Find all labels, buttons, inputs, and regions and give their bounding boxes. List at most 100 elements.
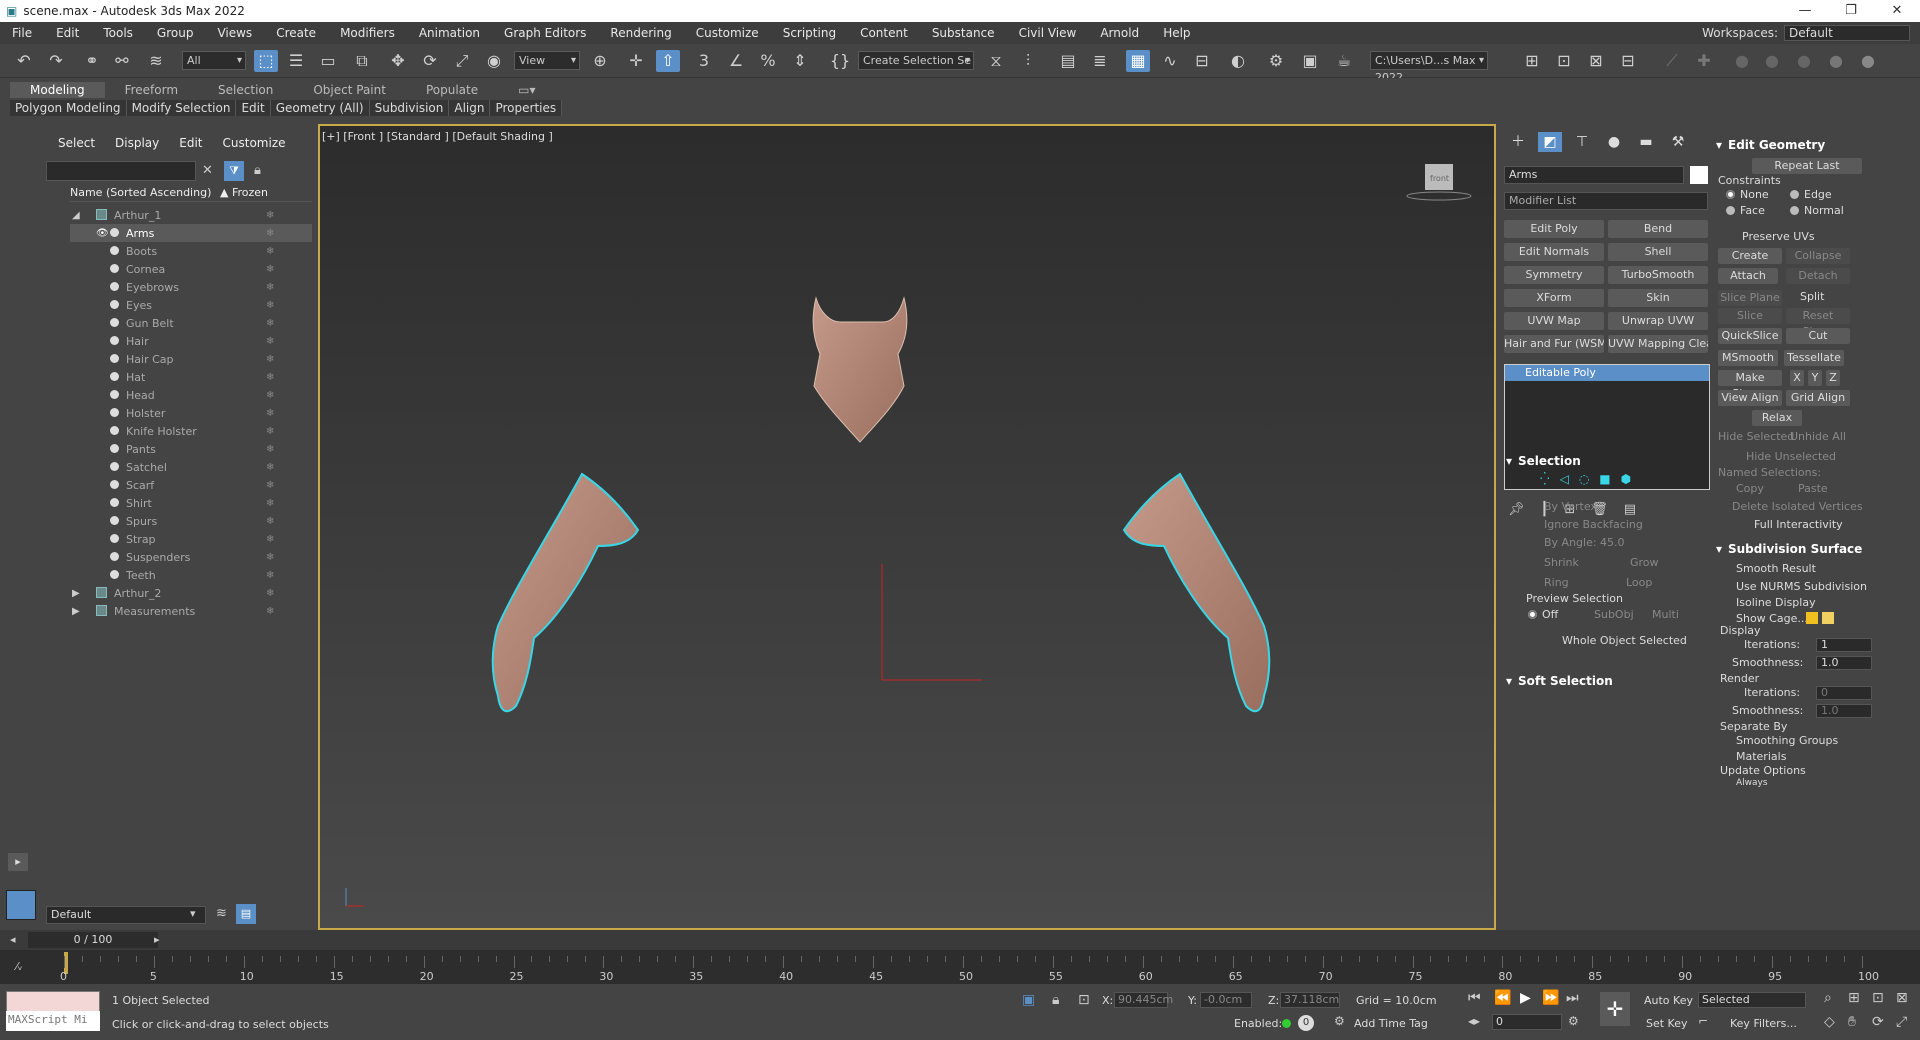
- full-interactivity-checkbox[interactable]: Full Interactivity: [1754, 518, 1843, 531]
- zoom-extents-icon[interactable]: ⊡: [1872, 990, 1884, 1006]
- y-coordinate-field[interactable]: -0.0cm: [1200, 992, 1252, 1008]
- ignore-backfacing-checkbox[interactable]: Ignore Backfacing: [1544, 518, 1643, 531]
- planar-z-button[interactable]: Z: [1826, 370, 1840, 386]
- by-angle-checkbox[interactable]: By Angle:: [1544, 536, 1597, 549]
- curve-editor-mini-icon[interactable]: ⁄ᵥ: [16, 960, 22, 973]
- time-next-icon[interactable]: ▸: [154, 933, 160, 946]
- time-slider[interactable]: 0 / 100: [28, 932, 158, 948]
- frozen-icon[interactable]: ❄: [266, 426, 274, 437]
- tree-item[interactable]: Eyes ❄: [70, 296, 312, 314]
- constraint-none-radio[interactable]: [1726, 190, 1735, 199]
- edit-geometry-rollout-header[interactable]: Edit Geometry: [1712, 136, 1902, 154]
- menu-file[interactable]: File: [0, 26, 44, 40]
- select-object-icon[interactable]: ⬚: [254, 50, 278, 72]
- expand-panel-button[interactable]: ▸: [8, 853, 28, 871]
- frozen-icon[interactable]: ❄: [266, 228, 274, 239]
- mod-symmetry-button[interactable]: Symmetry: [1504, 266, 1604, 284]
- tree-item[interactable]: Eyebrows ❄: [70, 278, 312, 296]
- project-settings-icon[interactable]: ⊟: [1616, 50, 1640, 72]
- visibility-eye-icon[interactable]: 👁︎: [96, 228, 109, 239]
- isoline-display-checkbox[interactable]: Isoline Display: [1736, 596, 1816, 609]
- frozen-icon[interactable]: ❄: [266, 300, 274, 311]
- field-of-view-icon[interactable]: ◇: [1824, 1014, 1835, 1030]
- rendered-frame-icon[interactable]: ▣: [1298, 50, 1322, 72]
- constraint-face-radio[interactable]: [1726, 206, 1735, 215]
- frozen-icon[interactable]: ❄: [266, 318, 274, 329]
- menu-edit[interactable]: Edit: [44, 26, 91, 40]
- menu-animation[interactable]: Animation: [407, 26, 492, 40]
- ribbon-tab-populate[interactable]: Populate: [406, 82, 498, 98]
- display-tab-icon[interactable]: ▬: [1634, 132, 1658, 152]
- scene-menu-display[interactable]: Display: [115, 136, 159, 150]
- maximize-viewport-icon[interactable]: ⤢: [1896, 1014, 1907, 1030]
- next-frame-icon[interactable]: ⏩: [1542, 990, 1559, 1006]
- isolate-selection-icon[interactable]: ▣: [1022, 992, 1035, 1008]
- window-crossing-icon[interactable]: ⧉: [350, 50, 374, 72]
- copy-button[interactable]: Copy: [1736, 482, 1764, 495]
- menu-civil-view[interactable]: Civil View: [1007, 26, 1089, 40]
- border-mode-icon[interactable]: ◌: [1579, 472, 1589, 486]
- auto-key-button[interactable]: Auto Key: [1644, 994, 1693, 1007]
- preview-subobj-label[interactable]: SubObj: [1594, 608, 1634, 621]
- view-cube[interactable]: front: [1406, 164, 1472, 201]
- key-mode-icon[interactable]: ◂▸: [1468, 1014, 1480, 1028]
- keyboard-shortcut-override-icon[interactable]: ⇧: [656, 50, 680, 72]
- current-frame-field[interactable]: 0: [1492, 1014, 1562, 1030]
- stack-item-editable-poly[interactable]: Editable Poly: [1505, 365, 1709, 381]
- clear-search-icon[interactable]: ✕: [202, 163, 213, 178]
- track-bar[interactable]: ⁄ᵥ 0 5 10 15 20 25 30 35 40 45 50 55 60 65 70 75 80 85 90 9…: [0, 950, 1920, 984]
- time-prev-icon[interactable]: ◂: [10, 933, 16, 946]
- snap-options-icon[interactable]: ✚: [1692, 50, 1716, 72]
- ribbon-tab-modeling[interactable]: Modeling: [10, 82, 105, 98]
- schematic-view-icon[interactable]: ⊟: [1190, 50, 1214, 72]
- tree-item[interactable]: Shirt ❄: [70, 494, 312, 512]
- mod-xform-button[interactable]: XForm: [1504, 289, 1604, 307]
- frozen-icon[interactable]: ❄: [266, 264, 274, 275]
- ribbon-options-icon[interactable]: ▭▾: [498, 82, 555, 98]
- set-key-button[interactable]: Set Key: [1646, 1017, 1688, 1030]
- collapsed-arrow-icon[interactable]: ▶: [72, 606, 80, 617]
- workspace-dropdown[interactable]: Default: [1784, 25, 1910, 41]
- tree-item[interactable]: Spurs ❄: [70, 512, 312, 530]
- angle-value[interactable]: 45.0: [1600, 536, 1625, 549]
- edge-mode-icon[interactable]: ◁: [1560, 472, 1569, 486]
- frozen-icon[interactable]: ❄: [266, 246, 274, 257]
- z-coordinate-field[interactable]: 37.118cm: [1280, 992, 1340, 1008]
- viewport-layout-button[interactable]: [6, 890, 36, 920]
- tree-item[interactable]: Cornea ❄: [70, 260, 312, 278]
- slice-button[interactable]: Slice: [1718, 308, 1782, 324]
- project-path-dropdown[interactable]: C:\Users\D...s Max 2022: [1370, 51, 1488, 84]
- filter-toggle-icon[interactable]: ⧩: [224, 161, 244, 181]
- menu-scripting[interactable]: Scripting: [771, 26, 848, 40]
- layer-dropdown-arrow-icon[interactable]: ▾: [190, 907, 196, 920]
- menu-tools[interactable]: Tools: [91, 26, 145, 40]
- tree-item[interactable]: Suspenders ❄: [70, 548, 312, 566]
- smoothing-groups-checkbox[interactable]: Smoothing Groups: [1736, 734, 1838, 747]
- smoothness-spinner[interactable]: 1.0: [1816, 656, 1872, 670]
- add-time-tag-button[interactable]: Add Time Tag: [1354, 1017, 1428, 1030]
- layer-manager-icon[interactable]: ▤: [236, 904, 256, 924]
- percent-snap-icon[interactable]: %: [756, 50, 780, 72]
- tree-item[interactable]: Hair ❄: [70, 332, 312, 350]
- align-icon[interactable]: ⫶: [1016, 50, 1040, 72]
- materials-checkbox[interactable]: Materials: [1736, 750, 1786, 763]
- zoom-all-icon[interactable]: ⊞: [1848, 990, 1860, 1006]
- zoom-extents-all-icon[interactable]: ⊠: [1896, 990, 1908, 1006]
- expand-arrow-icon[interactable]: ◢: [72, 210, 80, 221]
- soft-selection-rollout-header[interactable]: Soft Selection: [1502, 672, 1712, 690]
- utilities-tab-icon[interactable]: ⚒: [1666, 132, 1690, 152]
- mod-bend-button[interactable]: Bend: [1608, 220, 1708, 238]
- planar-y-button[interactable]: Y: [1808, 370, 1822, 386]
- tree-item[interactable]: Gun Belt ❄: [70, 314, 312, 332]
- unhide-all-button[interactable]: Unhide All: [1790, 430, 1846, 443]
- adaptive-degradation-icon[interactable]: 0: [1298, 1015, 1314, 1031]
- ribbon-tab-selection[interactable]: Selection: [198, 82, 293, 98]
- mod-unwrap-uvw-button[interactable]: Unwrap UVW: [1608, 312, 1708, 330]
- tree-item[interactable]: Holster ❄: [70, 404, 312, 422]
- configure-sets-icon[interactable]: ▤: [1624, 502, 1636, 517]
- tree-item[interactable]: Hair Cap ❄: [70, 350, 312, 368]
- pivot-center-icon[interactable]: ⊕: [588, 50, 612, 72]
- column-name-header[interactable]: Name (Sorted Ascending): [70, 186, 220, 201]
- layer-dropdown[interactable]: Default: [46, 906, 206, 924]
- zoom-icon[interactable]: ⌕: [1824, 990, 1832, 1006]
